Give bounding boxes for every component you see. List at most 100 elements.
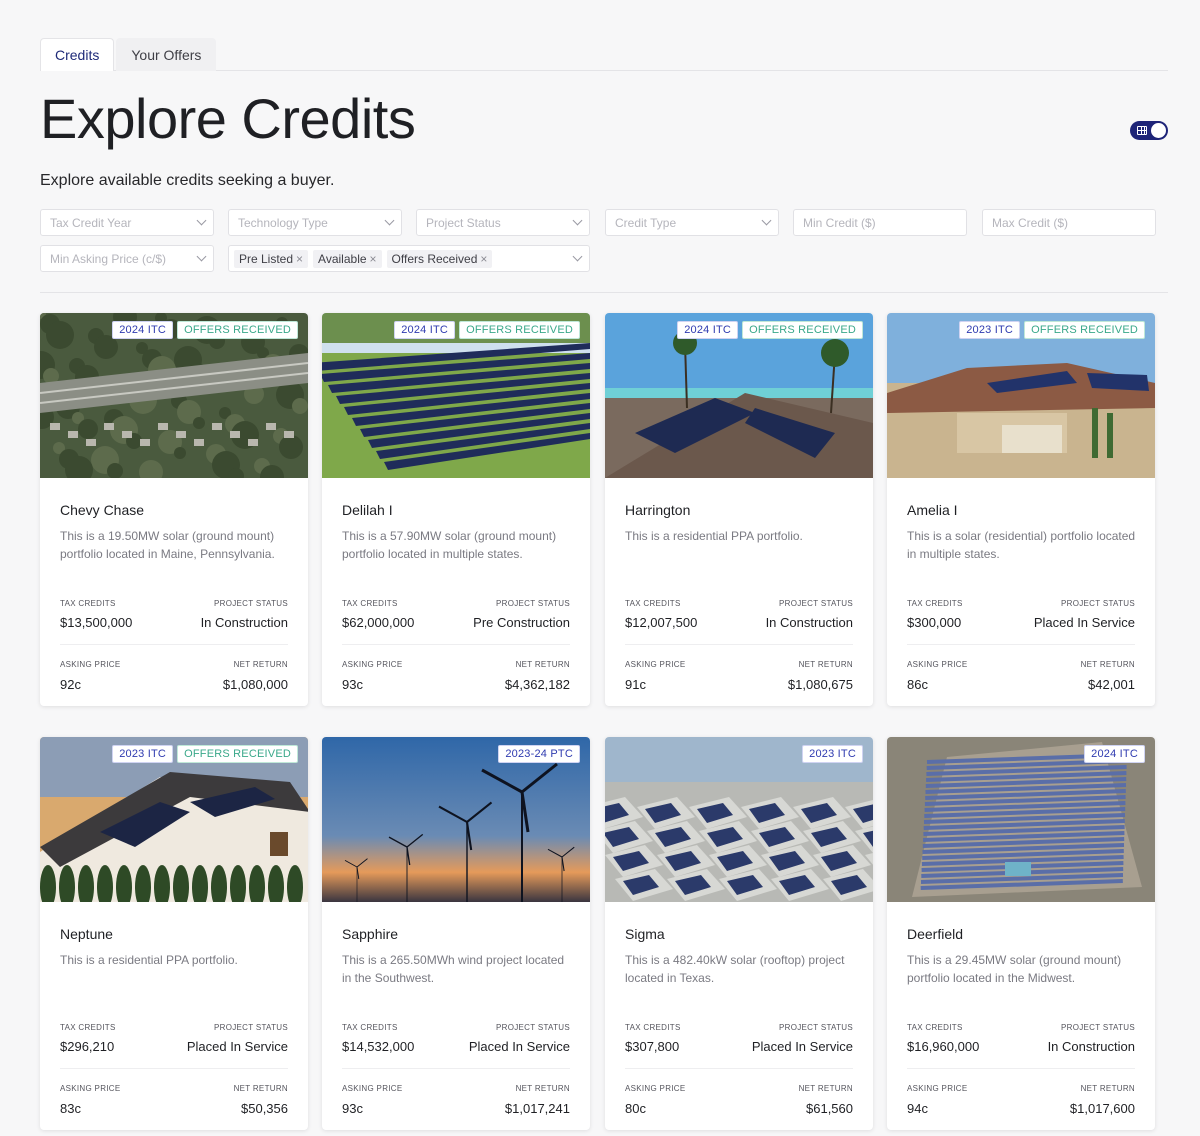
net-return-value: $61,560: [806, 1101, 853, 1116]
tax-credit-year-select[interactable]: Tax Credit Year: [40, 209, 214, 236]
credit-type-badge: 2023 ITC: [802, 745, 863, 763]
status-chip-offers-received[interactable]: Offers Received ×: [386, 249, 493, 268]
toggle-knob: [1151, 123, 1166, 138]
view-toggle[interactable]: [1130, 121, 1168, 140]
badge-group: 2023-24 PTC: [498, 745, 580, 763]
tax-credits-value: $12,007,500: [625, 615, 698, 630]
tax-credits-label: TAX CREDITS: [625, 1023, 681, 1032]
project-description: This is a 482.40kW solar (rooftop) proje…: [625, 953, 845, 985]
close-icon[interactable]: ×: [480, 252, 487, 266]
tax-credits-value: $296,210: [60, 1039, 115, 1054]
status-chip-pre-listed[interactable]: Pre Listed ×: [234, 249, 309, 268]
tab-bar: Credits Your Offers: [40, 38, 1168, 71]
asking-price-label: ASKING PRICE: [342, 660, 403, 669]
badge-group: 2024 ITC OFFERS RECEIVED: [112, 321, 298, 339]
project-status-label: PROJECT STATUS: [1061, 1023, 1135, 1032]
offers-received-badge: OFFERS RECEIVED: [459, 321, 580, 339]
chevron-down-icon: [196, 251, 207, 262]
asking-price-value: 93c: [342, 1101, 363, 1116]
chevron-down-icon: [196, 215, 207, 226]
asking-price-value: 93c: [342, 677, 363, 692]
credit-card[interactable]: 2024 ITC OFFERS RECEIVED Harrington This…: [605, 313, 873, 706]
offers-received-badge: OFFERS RECEIVED: [177, 745, 298, 763]
credit-card[interactable]: 2024 ITC Deerfield This is a 29.45MW sol…: [887, 737, 1155, 1130]
divider: [625, 644, 853, 645]
technology-type-placeholder: Technology Type: [238, 215, 328, 230]
project-status-value: Pre Construction: [473, 615, 570, 630]
close-icon[interactable]: ×: [296, 252, 303, 266]
min-credit-input[interactable]: Min Credit ($): [793, 209, 967, 236]
net-return-label: NET RETURN: [515, 660, 570, 669]
tax-credits-value: $16,960,000: [907, 1039, 980, 1054]
status-chip-available[interactable]: Available ×: [313, 249, 382, 268]
project-name: Delilah I: [342, 502, 393, 518]
offers-received-badge: OFFERS RECEIVED: [1024, 321, 1145, 339]
asking-price-label: ASKING PRICE: [60, 660, 121, 669]
tax-credit-year-placeholder: Tax Credit Year: [50, 215, 132, 230]
net-return-label: NET RETURN: [515, 1084, 570, 1093]
asking-price-label: ASKING PRICE: [907, 660, 968, 669]
asking-price-label: ASKING PRICE: [625, 1084, 686, 1093]
net-return-value: $50,356: [241, 1101, 288, 1116]
badge-group: 2024 ITC OFFERS RECEIVED: [677, 321, 863, 339]
divider: [342, 644, 570, 645]
project-status-value: In Construction: [200, 615, 288, 630]
asking-price-value: 91c: [625, 677, 646, 692]
credit-type-select[interactable]: Credit Type: [605, 209, 779, 236]
project-status-label: PROJECT STATUS: [214, 599, 288, 608]
close-icon[interactable]: ×: [370, 252, 377, 266]
max-credit-input[interactable]: Max Credit ($): [982, 209, 1156, 236]
credit-type-badge: 2024 ITC: [112, 321, 174, 339]
divider: [625, 1068, 853, 1069]
project-name: Deerfield: [907, 926, 964, 942]
net-return-label: NET RETURN: [1080, 1084, 1135, 1093]
tax-credits-label: TAX CREDITS: [342, 599, 398, 608]
net-return-value: $1,017,600: [1069, 1101, 1135, 1116]
max-credit-placeholder: Max Credit ($): [992, 215, 1069, 230]
project-description: This is a residential PPA portfolio.: [625, 529, 803, 543]
project-description: This is a residential PPA portfolio.: [60, 953, 238, 967]
project-status-select[interactable]: Project Status: [416, 209, 590, 236]
credit-card[interactable]: 2023 ITC Sigma This is a 482.40kW solar …: [605, 737, 873, 1130]
project-name: Sapphire: [342, 926, 399, 942]
asking-price-value: 94c: [907, 1101, 928, 1116]
project-description: This is a 19.50MW solar (ground mount) p…: [60, 529, 275, 561]
tax-credits-value: $13,500,000: [60, 615, 133, 630]
credit-card[interactable]: 2024 ITC OFFERS RECEIVED Delilah I This …: [322, 313, 590, 706]
project-name: Amelia I: [907, 502, 958, 518]
tax-credits-label: TAX CREDITS: [342, 1023, 398, 1032]
credit-card[interactable]: 2023-24 PTC Sapphire This is a 265.50MWh…: [322, 737, 590, 1130]
project-name: Sigma: [625, 926, 665, 942]
asking-price-value: 92c: [60, 677, 81, 692]
badge-group: 2024 ITC: [1084, 745, 1145, 763]
project-status-label: PROJECT STATUS: [1061, 599, 1135, 608]
credit-card[interactable]: 2023 ITC OFFERS RECEIVED Neptune This is…: [40, 737, 308, 1130]
project-name: Chevy Chase: [60, 502, 145, 518]
net-return-value: $1,017,241: [504, 1101, 570, 1116]
min-asking-price-select[interactable]: Min Asking Price (c/$): [40, 245, 214, 272]
credit-type-badge: 2023 ITC: [112, 745, 174, 763]
project-status-value: Placed In Service: [1033, 615, 1135, 630]
tab-your-offers[interactable]: Your Offers: [116, 38, 217, 71]
asking-price-label: ASKING PRICE: [342, 1084, 403, 1093]
badge-group: 2023 ITC: [802, 745, 863, 763]
status-multiselect[interactable]: Pre Listed × Available × Offers Received ×: [228, 245, 590, 272]
asking-price-label: ASKING PRICE: [60, 1084, 121, 1093]
divider: [60, 1068, 288, 1069]
credit-card[interactable]: 2024 ITC OFFERS RECEIVED Chevy Chase Thi…: [40, 313, 308, 706]
asking-price-label: ASKING PRICE: [907, 1084, 968, 1093]
divider: [907, 644, 1135, 645]
credit-card[interactable]: 2023 ITC OFFERS RECEIVED Amelia I This i…: [887, 313, 1155, 706]
project-status-label: PROJECT STATUS: [779, 599, 853, 608]
project-status-label: PROJECT STATUS: [779, 1023, 853, 1032]
tax-credits-value: $62,000,000: [342, 615, 415, 630]
net-return-label: NET RETURN: [798, 660, 853, 669]
tab-credits[interactable]: Credits: [40, 38, 115, 71]
credit-type-placeholder: Credit Type: [615, 215, 677, 230]
technology-type-select[interactable]: Technology Type: [228, 209, 402, 236]
asking-price-value: 80c: [625, 1101, 646, 1116]
net-return-label: NET RETURN: [233, 1084, 288, 1093]
divider: [40, 292, 1168, 293]
tax-credits-label: TAX CREDITS: [625, 599, 681, 608]
project-description: This is a solar (residential) portfolio …: [907, 529, 1136, 561]
